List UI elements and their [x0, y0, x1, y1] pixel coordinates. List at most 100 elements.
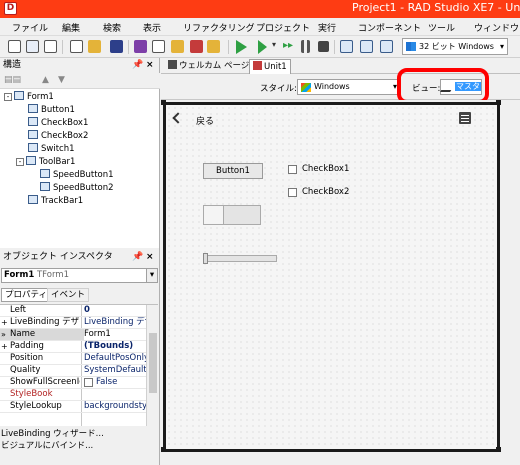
tree-node-form1[interactable]: - Form1: [4, 91, 54, 103]
tree-node-speedbutton1[interactable]: SpeedButton1: [40, 169, 114, 181]
project-options-icon[interactable]: [207, 40, 220, 53]
structure-title-text: 構造: [3, 60, 22, 70]
open-icon[interactable]: [88, 40, 101, 53]
step-over-icon[interactable]: [360, 40, 373, 53]
resize-handle[interactable]: [161, 447, 166, 452]
property-value[interactable]: backgroundstyle: [84, 401, 146, 412]
collapse-icon[interactable]: -: [16, 158, 24, 166]
close-icon[interactable]: ×: [146, 250, 154, 264]
run-icon[interactable]: [236, 40, 247, 54]
add-file-icon[interactable]: [171, 40, 184, 53]
step-icon[interactable]: ▸▸: [283, 40, 296, 53]
vertical-scrollbar[interactable]: [146, 305, 158, 426]
style-select[interactable]: Windows ▾: [297, 79, 401, 95]
property-row[interactable]: Quality SystemDefault: [0, 365, 158, 377]
pin-icon[interactable]: 📌: [132, 250, 143, 264]
menu-edit[interactable]: 編集: [62, 21, 80, 34]
property-row[interactable]: StyleBook: [0, 389, 158, 401]
run-dropdown-icon[interactable]: ▾: [272, 40, 280, 53]
menu-tools[interactable]: ツール: [428, 21, 455, 34]
property-row[interactable]: + LiveBinding デザイ LiveBinding デザ: [0, 317, 158, 329]
tree-node-checkbox1[interactable]: CheckBox1: [28, 117, 88, 129]
copy-icon[interactable]: [44, 40, 57, 53]
inspector-footer: LiveBinding ウィザード... ビジュアルにバインド...: [0, 428, 158, 452]
move-down-icon[interactable]: ▼: [58, 75, 65, 85]
property-value[interactable]: SystemDefault: [84, 365, 146, 376]
expand-icon[interactable]: +: [1, 317, 8, 328]
livebinding-wizard-link[interactable]: LiveBinding ウィザード...: [1, 428, 158, 440]
checkbox2[interactable]: [288, 188, 297, 197]
property-value[interactable]: DefaultPosOnly: [84, 353, 146, 364]
save-icon[interactable]: [110, 40, 123, 53]
menu-run[interactable]: 実行: [318, 21, 336, 34]
property-row[interactable]: ShowFullScreenIco False: [0, 377, 158, 389]
remove-file-icon[interactable]: [190, 40, 203, 53]
property-row[interactable]: + Padding (TBounds): [0, 341, 158, 353]
tab-welcome-page[interactable]: ウェルカム ページ: [165, 59, 252, 74]
run-to-cursor-icon[interactable]: [380, 40, 393, 53]
switch-knob[interactable]: [204, 206, 224, 224]
form1-surface[interactable]: 戻る Button1 CheckBox1 CheckBox2: [163, 102, 500, 452]
bind-visually-link[interactable]: ビジュアルにバインド...: [1, 440, 158, 452]
checkbox1-label[interactable]: CheckBox1: [302, 164, 349, 174]
property-value[interactable]: (TBounds): [84, 341, 146, 352]
new-items-icon[interactable]: [26, 40, 39, 53]
platform-select[interactable]: 32 ビット Windows ▾: [402, 38, 508, 55]
trackbar-thumb[interactable]: [203, 253, 208, 264]
expand-icon[interactable]: +: [1, 341, 8, 352]
open-project-icon[interactable]: [152, 40, 165, 53]
tree-node-toolbar1[interactable]: - ToolBar1: [16, 156, 75, 168]
menu-file[interactable]: ファイル: [12, 21, 48, 34]
switch1[interactable]: [203, 205, 261, 225]
back-label[interactable]: 戻る: [196, 114, 214, 127]
trackbar1[interactable]: [203, 253, 277, 264]
back-arrow-icon[interactable]: [172, 112, 184, 124]
property-row-selected[interactable]: » Name Form1: [0, 329, 158, 341]
resize-handle[interactable]: [496, 100, 501, 105]
run-without-debug-icon[interactable]: [258, 40, 267, 54]
save-all-icon[interactable]: [134, 40, 147, 53]
new-form-icon[interactable]: [70, 40, 83, 53]
property-value[interactable]: 0: [84, 305, 146, 316]
property-row[interactable]: Left 0: [0, 305, 158, 317]
tab-unit1[interactable]: Unit1: [249, 59, 291, 74]
menu-list-icon[interactable]: [459, 112, 471, 124]
property-row[interactable]: StyleLookup backgroundstyle: [0, 401, 158, 413]
collapse-icon[interactable]: -: [4, 93, 12, 101]
tab-properties[interactable]: プロパティ: [1, 288, 51, 302]
trace-into-icon[interactable]: [340, 40, 353, 53]
pin-icon[interactable]: 📌: [132, 58, 143, 72]
tree-node-checkbox2[interactable]: CheckBox2: [28, 130, 88, 142]
menu-search[interactable]: 検索: [103, 21, 121, 34]
checkbox1[interactable]: [288, 165, 297, 174]
resize-handle[interactable]: [161, 100, 166, 105]
move-up-icon[interactable]: ▲: [42, 75, 49, 85]
tab-events[interactable]: イベント: [47, 288, 90, 302]
tree-node-switch1[interactable]: Switch1: [28, 143, 75, 155]
object-selector[interactable]: Form1 TForm1 ▾: [1, 268, 158, 283]
chevron-down-icon[interactable]: ▾: [146, 269, 157, 282]
property-name: Name: [10, 329, 36, 339]
tree-node-button1[interactable]: Button1: [28, 104, 75, 116]
resize-handle[interactable]: [496, 447, 501, 452]
menu-window[interactable]: ウィンドウ: [474, 21, 519, 34]
property-value[interactable]: LiveBinding デザ: [84, 317, 146, 328]
expand-icon[interactable]: ▤▤: [4, 75, 21, 85]
new-file-icon[interactable]: [8, 40, 21, 53]
stop-icon[interactable]: [318, 41, 329, 52]
menu-project[interactable]: プロジェクト: [256, 21, 310, 34]
checkbox[interactable]: [84, 378, 93, 387]
property-row[interactable]: Position DefaultPosOnly: [0, 353, 158, 365]
property-value-input[interactable]: Form1: [84, 329, 146, 340]
menu-component[interactable]: コンポーネント: [358, 21, 421, 34]
menu-view[interactable]: 表示: [143, 21, 161, 34]
checkbox2-label[interactable]: CheckBox2: [302, 187, 349, 197]
tree-node-trackbar1[interactable]: TrackBar1: [28, 195, 83, 207]
close-icon[interactable]: ×: [146, 58, 154, 72]
pause-icon[interactable]: [301, 40, 310, 53]
property-value[interactable]: False: [84, 377, 146, 388]
button1[interactable]: Button1: [203, 163, 263, 179]
scrollbar-thumb[interactable]: [149, 333, 157, 393]
menu-refactoring[interactable]: リファクタリング: [183, 21, 255, 34]
tree-node-speedbutton2[interactable]: SpeedButton2: [40, 182, 114, 194]
